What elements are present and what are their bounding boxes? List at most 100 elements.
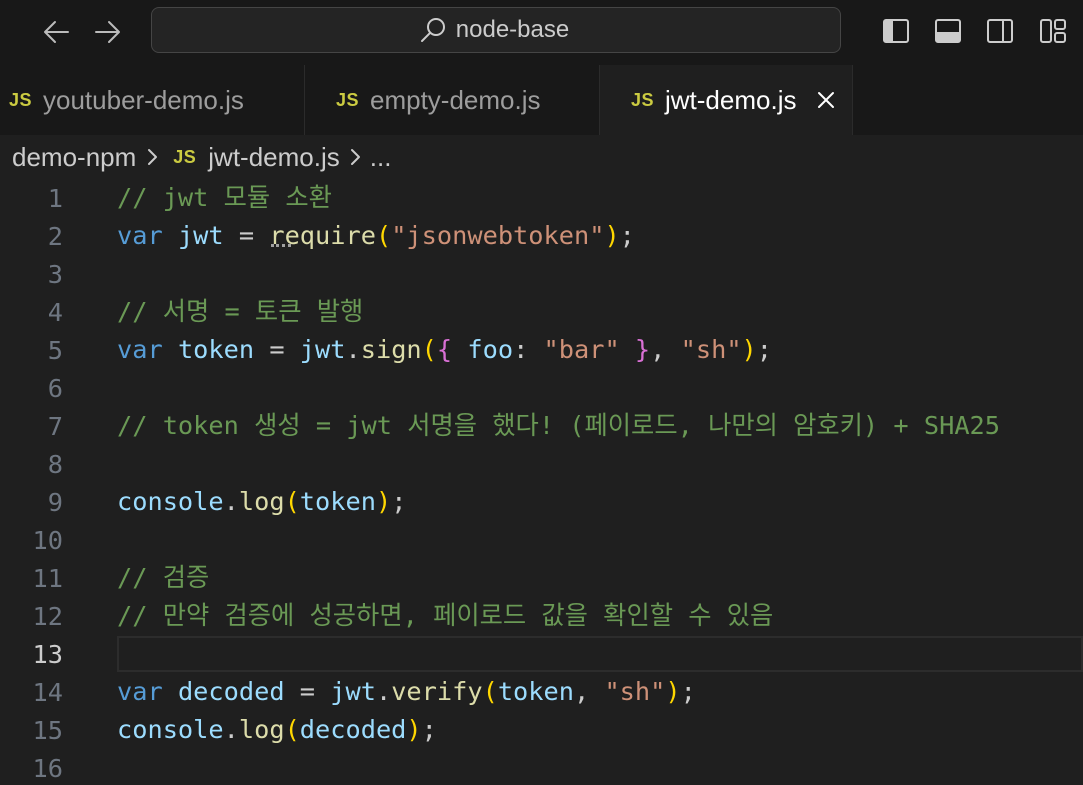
toggle-primary-sidebar-button[interactable] bbox=[881, 16, 911, 46]
code-line[interactable]: 1 // jwt 모듈 소환 bbox=[0, 179, 1083, 217]
code-text[interactable] bbox=[117, 445, 1083, 483]
code-token-bracket-2: { bbox=[436, 335, 453, 364]
code-line[interactable]: 3 bbox=[0, 255, 1083, 293]
code-text[interactable]: var token = jwt.sign({ foo: "bar" }, "sh… bbox=[117, 331, 1083, 369]
toggle-secondary-sidebar-button[interactable] bbox=[985, 16, 1015, 46]
close-tab-button[interactable] bbox=[816, 90, 836, 110]
breadcrumb: demo-npm JS jwt-demo.js ... bbox=[0, 135, 1083, 179]
code-text[interactable]: // 서명 = 토큰 발행 bbox=[117, 293, 1083, 331]
code-token-keyword: var bbox=[117, 335, 163, 364]
code-text[interactable]: // 만약 검증에 성공하면, 페이로드 값을 확인할 수 있음 bbox=[117, 597, 1083, 635]
code-token-variable: jwt bbox=[299, 335, 346, 364]
line-number: 4 bbox=[47, 297, 63, 327]
tab-youtuber-demo[interactable]: JS youtuber-demo.js bbox=[0, 65, 305, 135]
code-token-punctuation bbox=[163, 221, 178, 250]
javascript-file-icon: JS bbox=[9, 89, 33, 110]
code-line[interactable]: 2 var jwt = require("jsonwebtoken"); bbox=[0, 217, 1083, 255]
toggle-panel-button[interactable] bbox=[933, 16, 963, 46]
code-token-bracket-1: ) bbox=[665, 677, 681, 706]
code-text[interactable]: console.log(decoded); bbox=[117, 711, 1083, 749]
code-token-variable: decoded bbox=[299, 715, 407, 744]
code-token-punctuation: , bbox=[650, 335, 681, 364]
code-token-punctuation: ; bbox=[680, 677, 696, 706]
code-line[interactable]: 4 // 서명 = 토큰 발행 bbox=[0, 293, 1083, 331]
code-text[interactable]: // 검증 bbox=[117, 559, 1083, 597]
line-number: 9 bbox=[47, 487, 63, 517]
code-line[interactable]: 5 var token = jwt.sign({ foo: "bar" }, "s… bbox=[0, 331, 1083, 369]
code-line[interactable]: 13 bbox=[0, 635, 1083, 673]
code-text[interactable]: console.log(token); bbox=[117, 483, 1083, 521]
code-line[interactable]: 9 console.log(token); bbox=[0, 483, 1083, 521]
code-token-bracket-1: ( bbox=[284, 715, 300, 744]
breadcrumb-file[interactable]: jwt-demo.js bbox=[208, 142, 339, 173]
close-icon bbox=[818, 92, 834, 108]
code-line[interactable]: 12 // 만약 검증에 성공하면, 페이로드 값을 확인할 수 있음 bbox=[0, 597, 1083, 635]
code-line[interactable]: 14 var decoded = jwt.verify(token, "sh"); bbox=[0, 673, 1083, 711]
arrow-right-icon bbox=[95, 21, 120, 43]
code-token-punctuation: = bbox=[284, 677, 331, 706]
code-line[interactable]: 15 console.log(decoded); bbox=[0, 711, 1083, 749]
line-number: 11 bbox=[32, 563, 63, 593]
code-token-punctuation: . bbox=[375, 677, 392, 706]
breadcrumb-folder[interactable]: demo-npm bbox=[12, 142, 136, 173]
code-line[interactable]: 16 bbox=[0, 749, 1083, 785]
code-text[interactable] bbox=[117, 636, 1083, 672]
code-token-function: verify bbox=[391, 677, 483, 706]
code-line[interactable]: 11 // 검증 bbox=[0, 559, 1083, 597]
code-token-punctuation: ; bbox=[619, 221, 635, 250]
code-text[interactable] bbox=[117, 255, 1083, 293]
code-token-punctuation: ; bbox=[421, 715, 437, 744]
code-editor[interactable]: 1 // jwt 모듈 소환 2 var jwt = require("jsonweb… bbox=[0, 179, 1083, 785]
code-token-keyword: var bbox=[117, 221, 163, 250]
code-text[interactable]: var decoded = jwt.verify(token, "sh"); bbox=[117, 673, 1083, 711]
code-token-bracket-1: ( bbox=[375, 221, 392, 250]
line-number: 7 bbox=[47, 411, 63, 441]
code-token-variable: token bbox=[497, 677, 574, 706]
line-number: 15 bbox=[32, 715, 63, 745]
code-token-bracket-1: ) bbox=[406, 715, 422, 744]
line-number: 8 bbox=[47, 449, 63, 479]
code-token-punctuation bbox=[620, 335, 635, 364]
tab-jwt-demo[interactable]: JS jwt-demo.js bbox=[600, 65, 853, 135]
code-text[interactable] bbox=[117, 749, 1083, 785]
code-token-comment: // 검증 bbox=[117, 563, 210, 592]
command-center-search[interactable]: node-base bbox=[151, 7, 841, 53]
forward-button[interactable] bbox=[93, 17, 123, 47]
code-text[interactable] bbox=[117, 369, 1083, 407]
code-line[interactable]: 6 bbox=[0, 369, 1083, 407]
search-text: node-base bbox=[455, 16, 570, 43]
code-token-bracket-1: ) bbox=[375, 487, 392, 516]
code-token-bracket-1: ) bbox=[604, 221, 620, 250]
line-number: 16 bbox=[32, 753, 63, 783]
code-line[interactable]: 10 bbox=[0, 521, 1083, 559]
code-token-punctuation: . bbox=[345, 335, 361, 364]
code-token-comment: // token 생성 = jwt 서명을 했다! (페이로드, 나만의 암호키… bbox=[117, 411, 1001, 440]
code-token-string: "bar" bbox=[543, 335, 620, 364]
back-button[interactable] bbox=[41, 17, 71, 47]
code-token-comment: // 만약 검증에 성공하면, 페이로드 값을 확인할 수 있음 bbox=[117, 601, 774, 630]
line-number: 13 bbox=[32, 639, 63, 669]
code-token-punctuation: = bbox=[254, 335, 300, 364]
code-token-keyword: var bbox=[117, 677, 163, 706]
breadcrumb-more[interactable]: ... bbox=[370, 142, 392, 173]
tab-empty-demo[interactable]: JS empty-demo.js bbox=[305, 65, 600, 135]
code-text[interactable]: // jwt 모듈 소환 bbox=[117, 179, 1083, 217]
code-token-string: "jsonwebtoken" bbox=[391, 221, 605, 250]
customize-layout-button[interactable] bbox=[1038, 16, 1068, 46]
code-token-punctuation: = bbox=[223, 221, 270, 250]
line-number: 1 bbox=[47, 183, 63, 213]
chevron-right-icon bbox=[350, 147, 362, 167]
code-token-punctuation: ; bbox=[391, 487, 407, 516]
code-text[interactable]: var jwt = require("jsonwebtoken"); bbox=[117, 217, 1083, 255]
javascript-file-icon: JS bbox=[631, 89, 655, 110]
code-token-bracket-1: ( bbox=[482, 677, 498, 706]
code-token-punctuation: : bbox=[513, 335, 544, 364]
code-line[interactable]: 7 // token 생성 = jwt 서명을 했다! (페이로드, 나만의 암호… bbox=[0, 407, 1083, 445]
code-text[interactable] bbox=[117, 521, 1083, 559]
code-line[interactable]: 8 bbox=[0, 445, 1083, 483]
code-token-function: log bbox=[238, 487, 285, 516]
code-text[interactable]: // token 생성 = jwt 서명을 했다! (페이로드, 나만의 암호키… bbox=[117, 407, 1083, 445]
code-token-punctuation: ; bbox=[756, 335, 773, 364]
code-token-bracket-1: ) bbox=[741, 335, 757, 364]
code-token-punctuation bbox=[163, 335, 178, 364]
